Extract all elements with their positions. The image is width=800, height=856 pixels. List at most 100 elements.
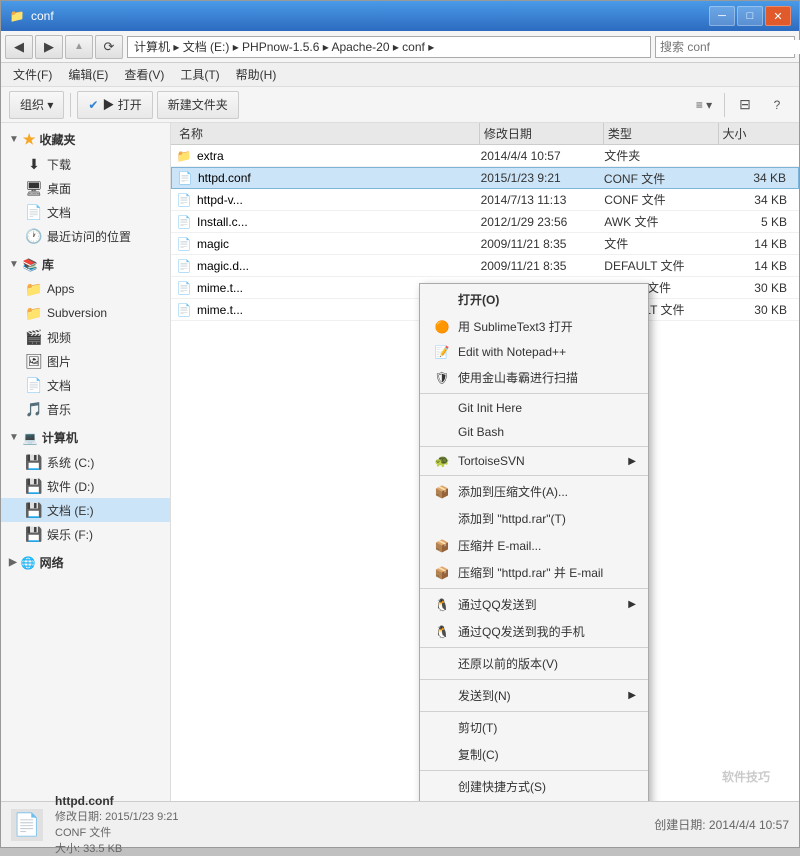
sidebar-item-docs-label: 文档 [47, 377, 71, 394]
pane-toggle-button[interactable]: ⊟ [731, 91, 759, 119]
search-input[interactable] [660, 40, 800, 54]
sidebar-item-recent[interactable]: 🕐 最近访问的位置 [1, 224, 170, 248]
file-size: 5 KB [718, 215, 795, 229]
organize-button[interactable]: 组织 ▾ [9, 91, 64, 119]
shield-icon: ✔ [88, 98, 98, 112]
help-button[interactable]: ? [763, 91, 791, 119]
col-header-type[interactable]: 类型 [604, 123, 719, 144]
sidebar-item-d-label: 软件 (D:) [47, 478, 94, 495]
context-menu-item-9[interactable]: 📦 压缩并 E-mail... [420, 532, 648, 559]
sidebar-item-desktop[interactable]: 🖥 桌面 [1, 176, 170, 200]
new-folder-button[interactable]: 新建文件夹 [157, 91, 239, 119]
minimize-button[interactable]: ─ [709, 6, 735, 26]
menu-view[interactable]: 查看(V) [116, 64, 172, 85]
sidebar-item-pictures[interactable]: 🖼 图片 [1, 349, 170, 373]
context-menu-item-1[interactable]: 🟠 用 SublimeText3 打开 [420, 313, 648, 340]
music-icon: 🎵 [25, 400, 43, 418]
status-file-type-icon: 📄 [13, 812, 40, 838]
view-options-button[interactable]: ≡ ▾ [690, 91, 718, 119]
context-menu-item-3[interactable]: 🛡 使用金山毒霸进行扫描 [420, 364, 648, 391]
file-row[interactable]: 📁 extra 2014/4/4 10:57 文件夹 [171, 145, 799, 167]
up-button[interactable]: ▲ [65, 35, 93, 59]
sidebar-item-music[interactable]: 🎵 音乐 [1, 397, 170, 421]
context-menu-item-10[interactable]: 📦 压缩到 "httpd.rar" 并 E-mail [420, 559, 648, 586]
sidebar-computer-header[interactable]: ▼ 💻 计算机 [1, 425, 170, 450]
menu-edit[interactable]: 编辑(E) [60, 64, 116, 85]
titlebar-icon: 📁 [9, 8, 25, 24]
close-button[interactable]: ✕ [765, 6, 791, 26]
file-list-header: 名称 修改日期 类型 大小 [171, 123, 799, 145]
context-menu: 打开(O) 🟠 用 SublimeText3 打开 📝 Edit with No… [419, 283, 649, 801]
file-icon: 📄 [175, 235, 193, 253]
sidebar-item-download[interactable]: ⬇ 下载 [1, 152, 170, 176]
col-name-label: 名称 [179, 125, 203, 142]
context-menu-item-5[interactable]: Git Bash [420, 420, 648, 444]
sidebar-item-docs[interactable]: 📄 文档 [1, 373, 170, 397]
sidebar-item-subversion[interactable]: 📁 Subversion [1, 301, 170, 325]
context-menu-item-12[interactable]: 🐧 通过QQ发送到我的手机 [420, 618, 648, 645]
menu-tools[interactable]: 工具(T) [172, 64, 227, 85]
back-button[interactable]: ◀ [5, 35, 33, 59]
main-content: ▼ ★ 收藏夹 ⬇ 下载 🖥 桌面 📄 文档 🕐 [1, 123, 799, 801]
address-path[interactable]: 计算机 ▸ 文档 (E:) ▸ PHPnow-1.5.6 ▸ Apache-20… [127, 36, 651, 58]
col-header-date[interactable]: 修改日期 [480, 123, 604, 144]
computer-arrow: ▼ [9, 432, 19, 443]
file-name: magic.d... [197, 259, 481, 273]
menu-help[interactable]: 帮助(H) [228, 64, 285, 85]
file-row[interactable]: 📄 httpd-v... 2014/7/13 11:13 CONF 文件 34 … [171, 189, 799, 211]
file-size: 30 KB [718, 303, 795, 317]
help-label: ? [774, 98, 781, 112]
menu-file[interactable]: 文件(F) [5, 64, 60, 85]
pictures-icon: 🖼 [25, 352, 43, 370]
file-row[interactable]: 📄 Install.c... 2012/1/29 23:56 AWK 文件 5 … [171, 211, 799, 233]
sidebar-item-video[interactable]: 🎬 视频 [1, 325, 170, 349]
context-menu-item-14[interactable]: 发送到(N) ▶ [420, 682, 648, 709]
sidebar-item-e-drive[interactable]: 💾 文档 (E:) [1, 498, 170, 522]
file-date: 2009/11/21 8:35 [481, 237, 605, 251]
context-menu-item-11[interactable]: 🐧 通过QQ发送到 ▶ [420, 591, 648, 618]
file-row[interactable]: 📄 httpd.conf 2015/1/23 9:21 CONF 文件 34 K… [171, 167, 799, 189]
context-menu-item-7[interactable]: 📦 添加到压缩文件(A)... [420, 478, 648, 505]
toolbar-right: ≡ ▾ ⊟ ? [690, 91, 791, 119]
apps-folder-icon: 📁 [25, 280, 43, 298]
sidebar-library-section: ▼ 📚 库 📁 Apps 📁 Subversion 🎬 视频 🖼 [1, 252, 170, 421]
sidebar-item-d-drive[interactable]: 💾 软件 (D:) [1, 474, 170, 498]
file-icon: 📄 [175, 213, 193, 231]
file-date: 2014/4/4 10:57 [481, 149, 605, 163]
file-row[interactable]: 📄 magic 2009/11/21 8:35 文件 14 KB [171, 233, 799, 255]
file-name: Install.c... [197, 215, 481, 229]
sidebar-item-music-label: 音乐 [47, 401, 71, 418]
status-file-icon: 📄 [11, 809, 43, 841]
file-type: CONF 文件 [604, 191, 718, 208]
forward-button[interactable]: ▶ [35, 35, 63, 59]
refresh-button[interactable]: ⟳ [95, 35, 123, 59]
ctx-icon-6: 🐢 [432, 454, 452, 468]
context-menu-item-18[interactable]: 删除(D) [420, 800, 648, 801]
context-menu-item-6[interactable]: 🐢 TortoiseSVN ▶ [420, 449, 648, 473]
ctx-icon-10: 📦 [432, 566, 452, 580]
ctx-separator-5 [420, 446, 648, 447]
context-menu-item-16[interactable]: 复制(C) [420, 741, 648, 768]
file-row[interactable]: 📄 magic.d... 2009/11/21 8:35 DEFAULT 文件 … [171, 255, 799, 277]
sidebar-item-apps[interactable]: 📁 Apps [1, 277, 170, 301]
col-header-size[interactable]: 大小 [719, 123, 795, 144]
sidebar-library-header[interactable]: ▼ 📚 库 [1, 252, 170, 277]
context-menu-item-8[interactable]: 添加到 "httpd.rar"(T) [420, 505, 648, 532]
docs-icon: 📄 [25, 376, 43, 394]
context-menu-item-13[interactable]: 还原以前的版本(V) [420, 650, 648, 677]
sidebar-item-c-drive[interactable]: 💾 系统 (C:) [1, 450, 170, 474]
sidebar-item-documents[interactable]: 📄 文档 [1, 200, 170, 224]
sidebar-item-f-drive[interactable]: 💾 娱乐 (F:) [1, 522, 170, 546]
context-menu-item-0[interactable]: 打开(O) [420, 286, 648, 313]
context-menu-item-15[interactable]: 剪切(T) [420, 714, 648, 741]
sidebar-network-header[interactable]: ▶ 🌐 网络 [1, 550, 170, 575]
sidebar-favorites-header[interactable]: ▼ ★ 收藏夹 [1, 127, 170, 152]
context-menu-item-17[interactable]: 创建快捷方式(S) [420, 773, 648, 800]
col-date-label: 修改日期 [484, 125, 532, 142]
ctx-label-14: 发送到(N) [458, 687, 511, 704]
open-button[interactable]: ✔ ▶ 打开 [77, 91, 152, 119]
maximize-button[interactable]: □ [737, 6, 763, 26]
col-header-name[interactable]: 名称 [175, 123, 480, 144]
context-menu-item-4[interactable]: Git Init Here [420, 396, 648, 420]
context-menu-item-2[interactable]: 📝 Edit with Notepad++ [420, 340, 648, 364]
